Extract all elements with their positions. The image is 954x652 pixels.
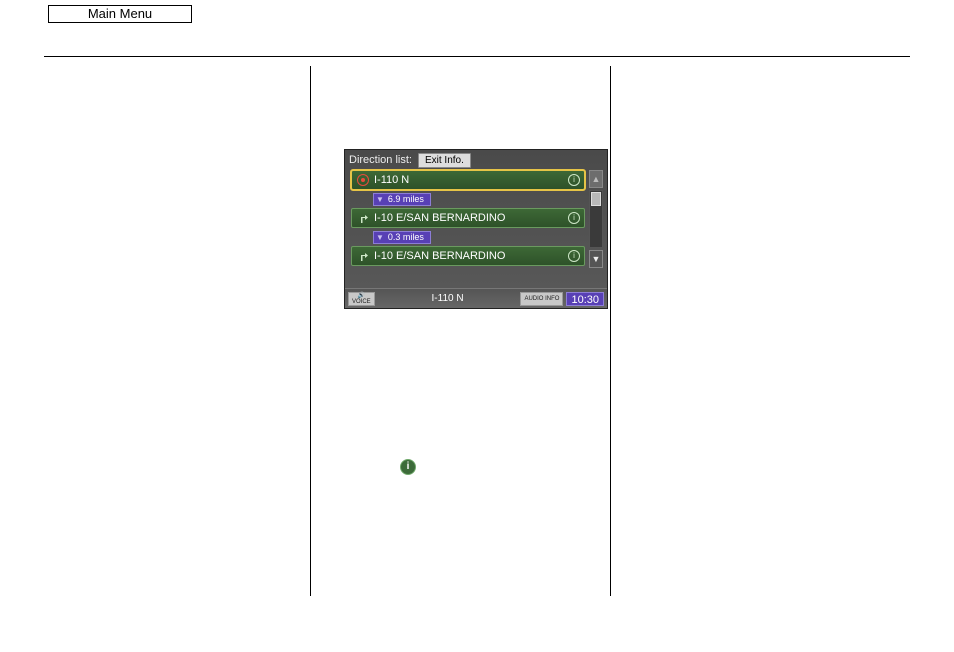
nav-footer: 🔊 VOICE I-110 N AUDIO INFO 10:30 <box>345 288 607 308</box>
column-divider-left <box>310 66 311 596</box>
direction-row[interactable]: I-10 E/SAN BERNARDINO i <box>351 246 585 266</box>
direction-list-body: I-110 N i ▼ 6.9 miles I-10 E/SAN BERNARD… <box>351 170 603 268</box>
voice-button[interactable]: 🔊 VOICE <box>348 292 375 306</box>
distance-badge: ▼ 6.9 miles <box>373 193 431 206</box>
direction-label: I-10 E/SAN BERNARDINO <box>374 250 505 262</box>
info-icon[interactable]: i <box>568 250 580 262</box>
turn-right-icon <box>356 211 370 225</box>
info-icon[interactable]: i <box>568 174 580 186</box>
voice-label: VOICE <box>352 299 371 305</box>
scrollbar: ▲ ▼ <box>589 170 603 268</box>
scroll-up-button[interactable]: ▲ <box>589 170 603 188</box>
direction-row[interactable]: I-110 N i <box>351 170 585 190</box>
direction-list-title: Direction list: <box>349 154 412 166</box>
direction-label: I-10 E/SAN BERNARDINO <box>374 212 505 224</box>
distance-badge: ▼ 0.3 miles <box>373 231 431 244</box>
info-icon: i <box>400 459 416 475</box>
scroll-track[interactable] <box>589 190 603 248</box>
direction-items: I-110 N i ▼ 6.9 miles I-10 E/SAN BERNARD… <box>351 170 585 268</box>
exit-info-button[interactable]: Exit Info. <box>418 153 471 168</box>
audio-info-button[interactable]: AUDIO INFO <box>520 292 563 306</box>
distance-row: ▼ 0.3 miles <box>373 230 585 244</box>
main-menu-button[interactable]: Main Menu <box>48 5 192 23</box>
column-divider-right <box>610 66 611 596</box>
info-icon[interactable]: i <box>568 212 580 224</box>
audio-info-label: AUDIO INFO <box>524 296 559 302</box>
scroll-down-button[interactable]: ▼ <box>589 250 603 268</box>
direction-row[interactable]: I-10 E/SAN BERNARDINO i <box>351 208 585 228</box>
header-divider <box>44 56 910 57</box>
nav-header: Direction list: Exit Info. <box>345 150 607 170</box>
footer-route-label: I-110 N <box>378 293 518 304</box>
down-arrow-icon: ▼ <box>376 233 384 242</box>
current-location-icon <box>356 173 370 187</box>
turn-right-icon <box>356 249 370 263</box>
distance-value: 0.3 miles <box>388 232 424 242</box>
clock: 10:30 <box>566 292 604 306</box>
direction-label: I-110 N <box>374 174 409 186</box>
down-arrow-icon: ▼ <box>376 195 384 204</box>
navigation-screen: Direction list: Exit Info. I-110 N i ▼ 6… <box>344 149 608 309</box>
scroll-thumb[interactable] <box>591 192 601 206</box>
distance-row: ▼ 6.9 miles <box>373 192 585 206</box>
distance-value: 6.9 miles <box>388 194 424 204</box>
